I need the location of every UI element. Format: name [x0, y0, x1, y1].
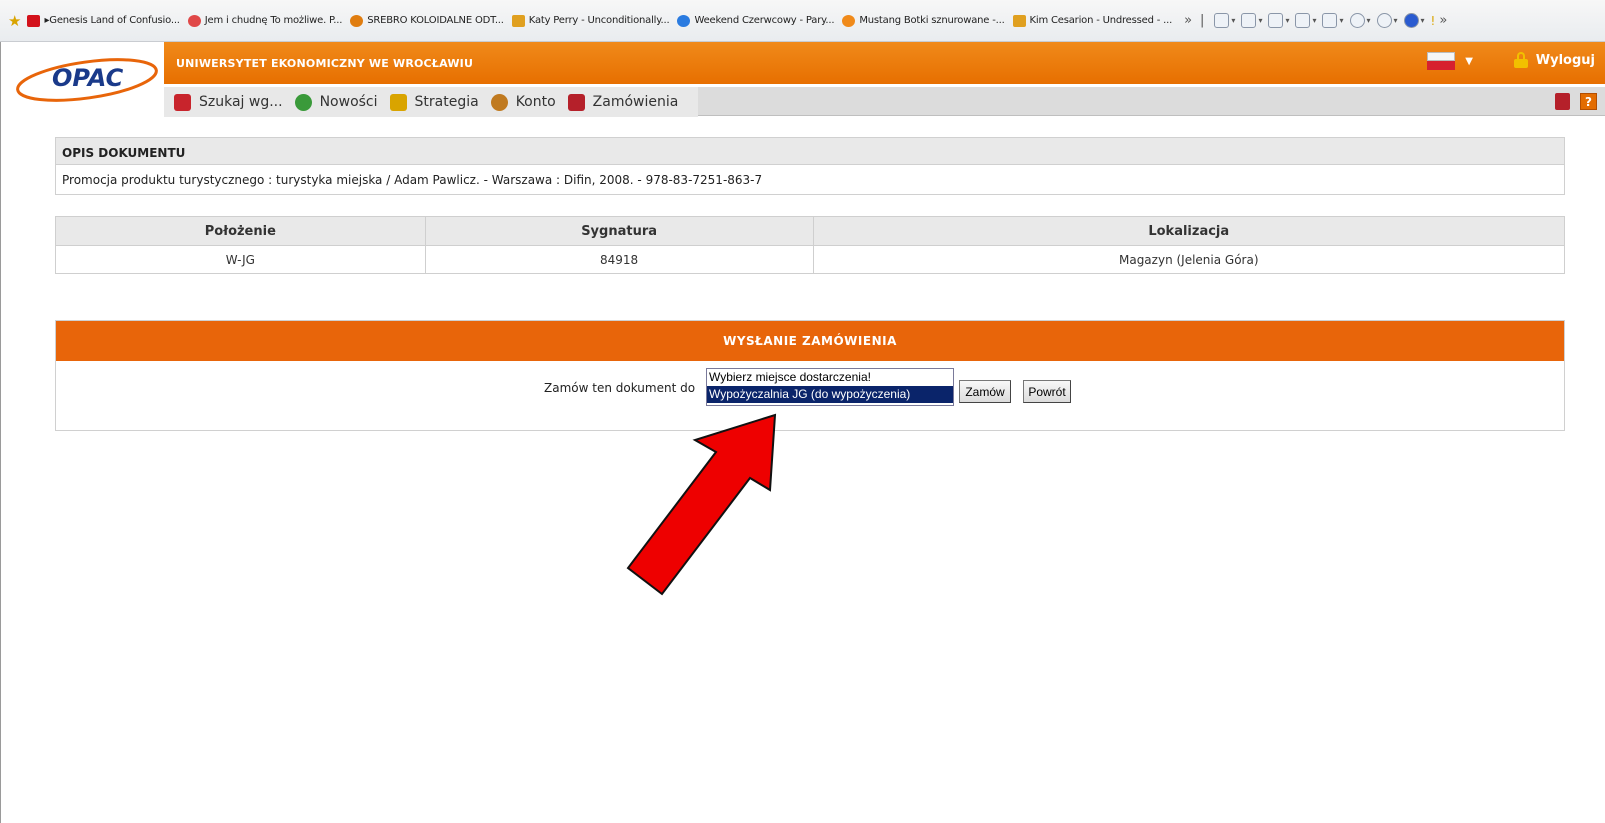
- chevron-down-icon: ▾: [1420, 16, 1425, 25]
- page-icon: [1012, 14, 1026, 27]
- nav-tabs: Szukaj wg... Nowości Strategia Konto Zam…: [164, 87, 699, 117]
- holdings-table: Położenie Sygnatura Lokalizacja W-JG 849…: [55, 216, 1566, 274]
- favorite-link[interactable]: Weekend Czerwcowy - Pary...: [677, 14, 835, 27]
- language-dropdown-icon[interactable]: ▼: [1465, 56, 1473, 67]
- header-bar: UNIWERSYTET EKONOMICZNY WE WROCŁAWIU ▼ W…: [164, 42, 1605, 84]
- print-button[interactable]: ▾: [1295, 13, 1316, 28]
- page-menu-button[interactable]: ▾: [1322, 13, 1344, 28]
- tab-strategy[interactable]: Strategia: [389, 93, 479, 111]
- logo-text: OPAC: [52, 64, 124, 92]
- table-header-row: Położenie Sygnatura Lokalizacja: [55, 216, 1566, 246]
- description-heading: OPIS DOKUMENTU: [55, 137, 1565, 165]
- print-icon: [1295, 13, 1311, 28]
- favorites-overflow-button[interactable]: »: [1184, 13, 1192, 28]
- home-icon: [1214, 13, 1230, 28]
- delivery-place-listbox[interactable]: Wybierz miejsce dostarczenia! Wypożyczal…: [706, 368, 954, 406]
- order-heading: WYSŁANIE ZAMÓWIENIA: [56, 321, 1564, 361]
- favorite-link[interactable]: Jem i chudnę To możliwe. P...: [187, 14, 342, 27]
- chevron-down-icon: ▾: [1285, 16, 1290, 25]
- orders-book-icon: [567, 93, 585, 111]
- site-icon: [350, 14, 364, 27]
- back-button[interactable]: Powrót: [1023, 380, 1071, 403]
- safety-menu-button[interactable]: ▾: [1349, 13, 1371, 28]
- nav-right-icons: ?: [1555, 93, 1597, 110]
- delivery-option-selected[interactable]: Wypożyczalnia JG (do wypożyczenia): [707, 386, 953, 403]
- polish-flag-icon[interactable]: [1427, 52, 1455, 70]
- help-icon[interactable]: ?: [1580, 93, 1597, 110]
- red-arrow-icon: [626, 413, 777, 596]
- chevron-down-icon: ▾: [1258, 16, 1263, 25]
- youtube-icon: [27, 14, 41, 27]
- page-icon: [511, 14, 525, 27]
- description-text: Promocja produktu turystycznego : turyst…: [55, 165, 1565, 195]
- order-label: Zamów ten dokument do: [544, 381, 696, 395]
- home-button[interactable]: ▾: [1214, 13, 1235, 28]
- main-nav: Szukaj wg... Nowości Strategia Konto Zam…: [164, 86, 1605, 117]
- favorite-link[interactable]: Mustang Botki sznurowane -...: [842, 14, 1005, 27]
- logout-label: Wyloguj: [1535, 52, 1595, 68]
- order-panel: WYSŁANIE ZAMÓWIENIA Zamów ten dokument d…: [55, 320, 1565, 431]
- logout-button[interactable]: Wyloguj: [1513, 52, 1595, 68]
- chevron-down-icon: ▾: [1231, 16, 1236, 25]
- column-header-localization: Lokalizacja: [812, 216, 1566, 246]
- feed-icon: [1241, 13, 1257, 28]
- cell-location: W-JG: [55, 245, 426, 274]
- favorite-link[interactable]: Katy Perry - Unconditionally...: [511, 14, 670, 27]
- order-button[interactable]: Zamów: [959, 380, 1011, 403]
- cell-localization: Magazyn (Jelenia Góra): [812, 245, 1566, 274]
- favorites-bar: ★ ▸Genesis Land of Confusio... Jem i chu…: [0, 0, 1605, 42]
- toolbar-separator: |: [1200, 13, 1205, 28]
- column-header-signature: Sygnatura: [424, 216, 814, 246]
- delivery-option[interactable]: Wybierz miejsce dostarczenia!: [707, 369, 953, 386]
- favorite-link[interactable]: SREBRO KOLOIDALNE ODT...: [350, 14, 504, 27]
- tab-account[interactable]: Konto: [490, 93, 556, 111]
- table-row: W-JG 84918 Magazyn (Jelenia Góra): [55, 245, 1566, 274]
- news-icon: [294, 93, 312, 111]
- site-icon: [187, 14, 201, 27]
- chevron-down-icon: ▾: [1312, 16, 1317, 25]
- university-name: UNIWERSYTET EKONOMICZNY WE WROCŁAWIU: [176, 57, 474, 70]
- tab-news[interactable]: Nowości: [294, 93, 378, 111]
- user-icon: [490, 93, 508, 111]
- research-button[interactable]: !: [1431, 14, 1436, 28]
- mail-button[interactable]: ▾: [1268, 13, 1289, 28]
- search-book-icon: [174, 93, 191, 111]
- column-header-location: Położenie: [55, 216, 426, 246]
- page-icon: [1322, 13, 1338, 28]
- window-edge: [0, 42, 8, 823]
- site-icon: [842, 14, 856, 27]
- basket-icon[interactable]: [1555, 93, 1570, 110]
- chevron-down-icon: ▾: [1393, 16, 1398, 25]
- lock-icon: [1513, 52, 1528, 68]
- favorite-link[interactable]: Kim Cesarion - Undressed - ...: [1012, 14, 1172, 27]
- feeds-button[interactable]: ▾: [1241, 13, 1262, 28]
- shield-icon: [1349, 13, 1365, 28]
- chevron-down-icon: ▾: [1339, 16, 1344, 25]
- tab-search[interactable]: Szukaj wg...: [174, 93, 283, 111]
- chevron-down-icon: ▾: [1366, 16, 1371, 25]
- opac-logo[interactable]: OPAC: [12, 50, 162, 106]
- favorites-star-icon[interactable]: ★: [8, 12, 21, 30]
- tab-orders[interactable]: Zamówienia: [567, 93, 678, 111]
- site-icon: [677, 14, 691, 27]
- favorite-link[interactable]: ▸Genesis Land of Confusio...: [27, 14, 180, 27]
- help-menu-button[interactable]: ▾: [1403, 13, 1425, 28]
- strategy-icon: [389, 93, 407, 111]
- toolbar-overflow-button[interactable]: »: [1439, 13, 1447, 28]
- mail-icon: [1268, 13, 1284, 28]
- gear-icon: [1376, 13, 1392, 28]
- help-icon: [1403, 13, 1419, 28]
- tools-menu-button[interactable]: ▾: [1376, 13, 1398, 28]
- cell-signature: 84918: [424, 245, 814, 274]
